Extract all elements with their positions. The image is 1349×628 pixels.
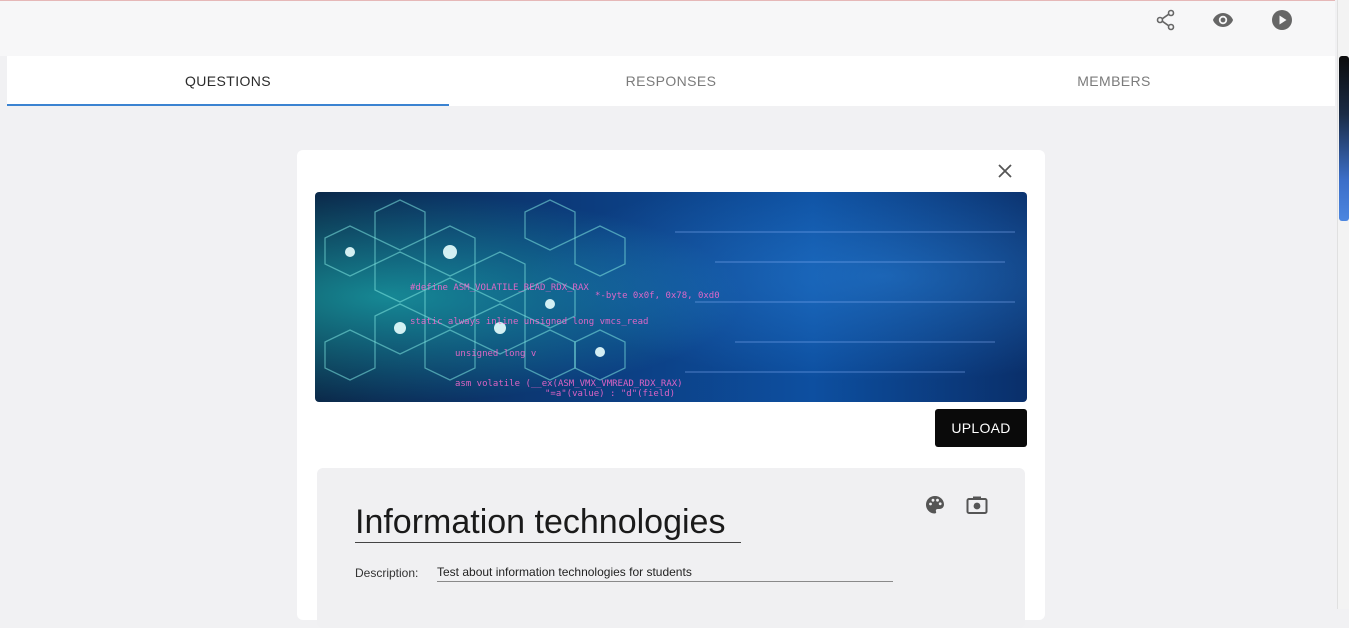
tab-members-label: MEMBERS bbox=[1077, 73, 1151, 89]
vertical-scrollbar[interactable] bbox=[1337, 0, 1349, 609]
form-info-panel bbox=[317, 468, 1025, 628]
banner-code-line-2: static always inline unsigned long vmcs_… bbox=[410, 317, 648, 327]
play-icon[interactable] bbox=[1271, 9, 1293, 31]
tab-questions-label: QUESTIONS bbox=[184, 73, 272, 89]
tab-questions[interactable]: QUESTIONS bbox=[7, 56, 449, 106]
tab-members[interactable]: MEMBERS bbox=[893, 56, 1335, 106]
scrollbar-thumb[interactable] bbox=[1339, 56, 1349, 221]
header-banner-image: #define ASM_VOLATILE_READ_RDX_RAX static… bbox=[315, 192, 1027, 402]
share-icon[interactable] bbox=[1155, 9, 1177, 31]
upload-button[interactable]: UPLOAD bbox=[935, 409, 1027, 447]
camera-icon[interactable] bbox=[966, 494, 988, 516]
top-toolbar bbox=[0, 1, 1335, 56]
banner-code-line-4: asm volatile (__ex(ASM_VMX_VMREAD_RDX_RA… bbox=[455, 379, 683, 389]
banner-code-line-1: #define ASM_VOLATILE_READ_RDX_RAX bbox=[410, 283, 589, 293]
form-title[interactable]: Information technologies bbox=[355, 502, 741, 543]
banner-code-line-3: unsigned long v bbox=[455, 349, 536, 359]
eye-icon[interactable] bbox=[1212, 9, 1234, 31]
active-tab-indicator bbox=[7, 104, 449, 106]
description-field[interactable] bbox=[437, 563, 893, 582]
description-label: Description: bbox=[355, 566, 419, 580]
banner-code-line-6: *-byte 0x0f, 0x78, 0xd0 bbox=[595, 291, 720, 301]
palette-icon[interactable] bbox=[924, 494, 946, 516]
close-icon[interactable] bbox=[994, 160, 1016, 182]
tab-bar: QUESTIONS RESPONSES MEMBERS bbox=[7, 56, 1335, 106]
tab-responses-label: RESPONSES bbox=[625, 73, 717, 89]
tab-responses[interactable]: RESPONSES bbox=[450, 56, 892, 106]
banner-code-line-5: "=a"(value) : "d"(field) bbox=[545, 389, 675, 399]
